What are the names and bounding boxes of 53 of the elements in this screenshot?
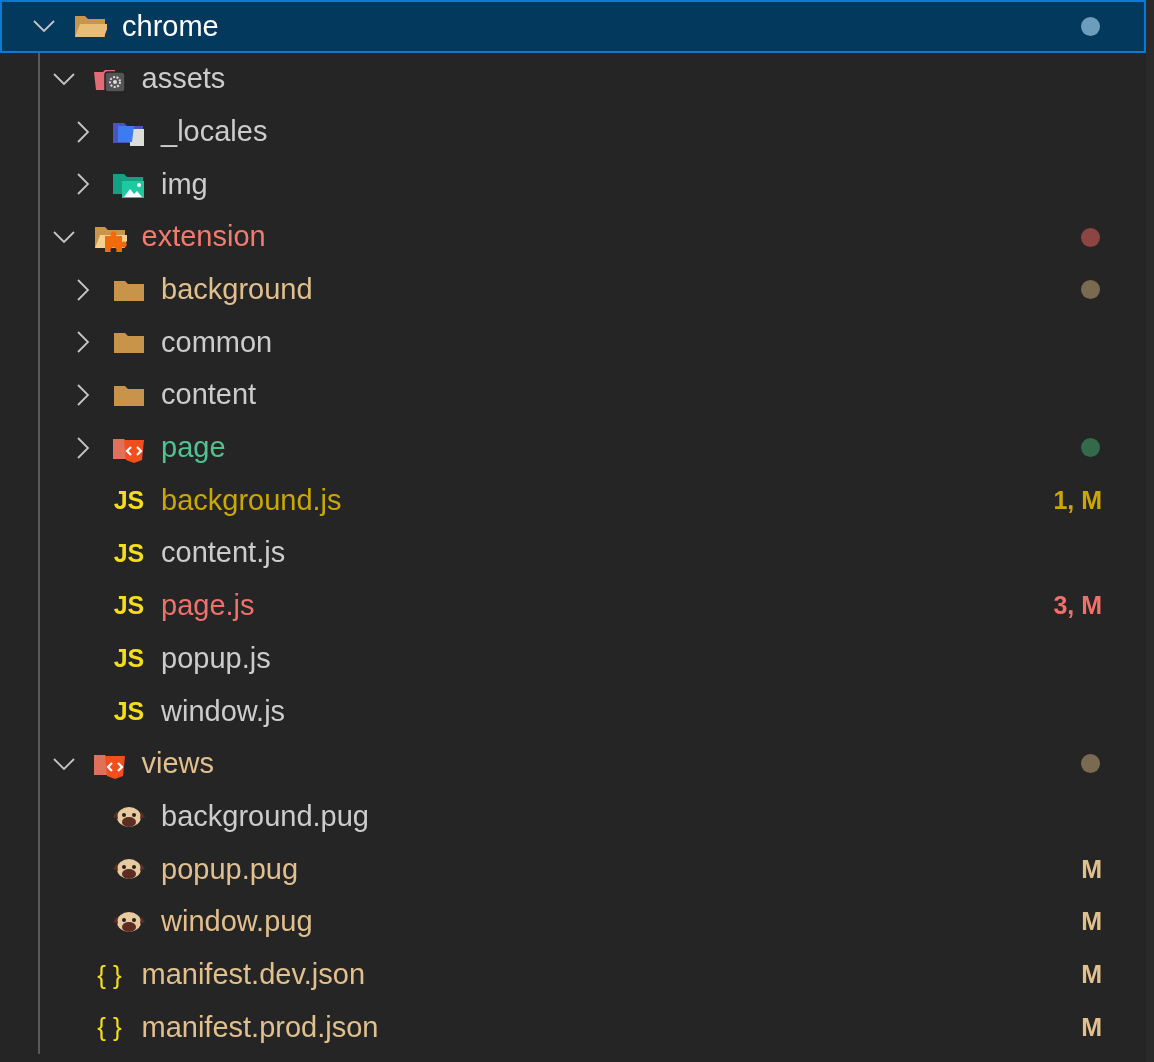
js-file-icon: JS	[113, 646, 145, 672]
git-status-label: 1, M	[1053, 484, 1102, 516]
tree-item[interactable]: JS page.js 3, M	[0, 579, 1146, 633]
json-file-icon: { }	[97, 961, 122, 988]
tree-item[interactable]: JS popup.js	[0, 632, 1146, 685]
item-label: content.js	[161, 535, 286, 571]
tree-item[interactable]: background.pug	[0, 790, 1146, 843]
item-label: window.pug	[161, 904, 313, 940]
git-status-label: M	[1081, 853, 1102, 885]
item-label: popup.js	[161, 640, 271, 676]
tree-item[interactable]: views	[0, 737, 1146, 791]
item-label: assets	[141, 61, 226, 97]
tree-item[interactable]: chrome	[0, 0, 1146, 53]
git-status-label: M	[1081, 1011, 1102, 1043]
tree-item[interactable]: assets	[0, 52, 1146, 106]
item-label: manifest.dev.json	[141, 956, 366, 992]
item-label: background.js	[161, 482, 342, 518]
item-label: img	[161, 166, 208, 202]
tree-item[interactable]: popup.pug M	[0, 843, 1146, 896]
tree-item[interactable]: page	[0, 421, 1146, 475]
tree-item[interactable]: _locales	[0, 105, 1146, 159]
tree-item[interactable]: JS window.js	[0, 684, 1146, 738]
tree-item[interactable]: JS background.js 1, M	[0, 474, 1146, 527]
item-label: manifest.prod.json	[141, 1009, 379, 1045]
item-label: window.js	[161, 693, 286, 729]
item-label: content	[161, 377, 257, 413]
git-status-label: M	[1081, 906, 1102, 938]
item-label: views	[141, 746, 214, 782]
item-label: _locales	[161, 113, 268, 149]
item-label: popup.pug	[161, 851, 299, 887]
js-file-icon: JS	[113, 698, 145, 724]
item-label: common	[161, 324, 273, 360]
item-label: background.pug	[161, 798, 369, 834]
item-label: page.js	[161, 588, 255, 624]
tree-item[interactable]: window.pug M	[0, 895, 1146, 949]
tree-item[interactable]: { } manifest.dev.json M	[0, 948, 1146, 1002]
item-label: chrome	[122, 8, 219, 44]
tree-item[interactable]: img	[0, 158, 1146, 211]
item-label: background	[161, 272, 313, 308]
js-file-icon: JS	[113, 488, 145, 514]
tree-item[interactable]: content	[0, 368, 1146, 422]
js-file-icon: JS	[113, 593, 145, 619]
tree-item[interactable]: common	[0, 316, 1146, 369]
tree-item[interactable]: { } manifest.prod.json M	[0, 1001, 1146, 1054]
tree-item[interactable]: background	[0, 263, 1146, 317]
git-status-label: M	[1081, 958, 1102, 990]
git-status-label: 3, M	[1053, 590, 1102, 622]
item-label: page	[161, 430, 226, 466]
json-file-icon: { }	[97, 1014, 122, 1041]
tree-item[interactable]: JS content.js	[0, 526, 1146, 580]
tree-item[interactable]: extension	[0, 210, 1146, 264]
js-file-icon: JS	[113, 540, 145, 566]
item-label: extension	[141, 219, 266, 255]
